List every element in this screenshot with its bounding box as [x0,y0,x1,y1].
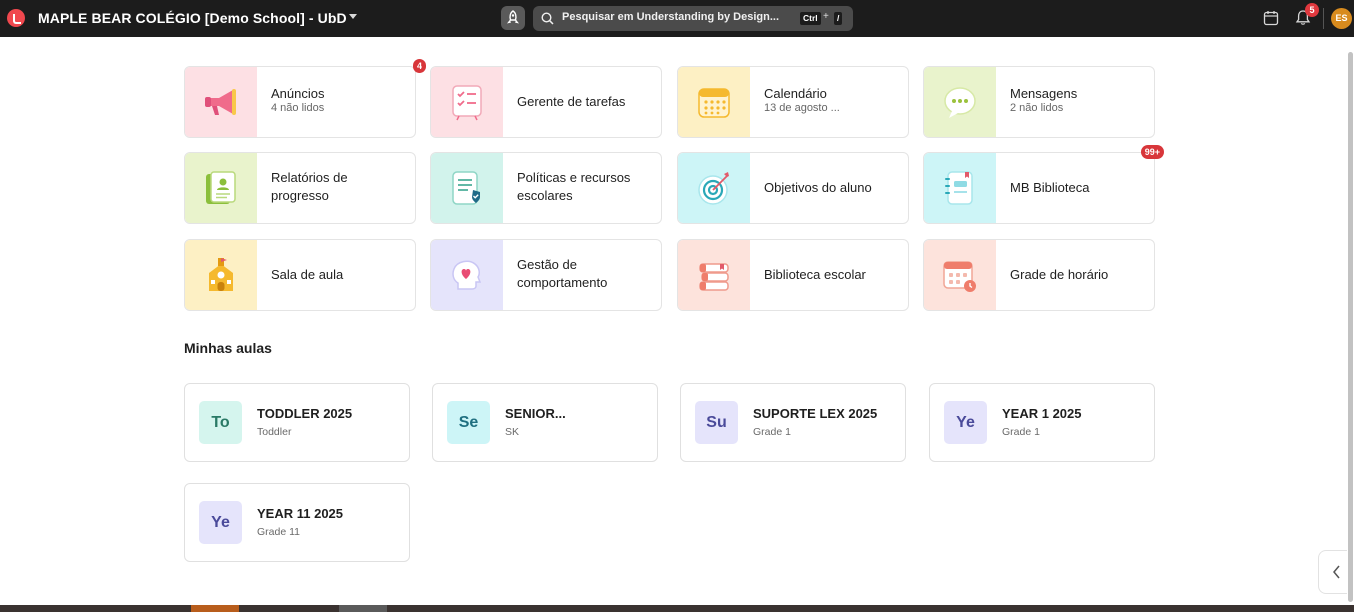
app-card-title: Calendário [764,86,827,101]
rocket-button[interactable] [501,6,525,30]
app-card-calendario[interactable]: Calendário 13 de agosto ... [677,66,909,138]
class-title: TODDLER 2025 [257,406,353,421]
policy-document-icon [431,153,503,223]
app-card-title: Gestão de comportamento [517,257,608,290]
class-avatar: Su [695,401,738,444]
class-card[interactable]: Se SENIOR... SK [432,383,658,462]
task-list-icon [431,67,503,137]
app-card-subtitle: 2 não lidos [1010,102,1064,114]
report-book-icon [185,153,257,223]
top-bar: MAPLE BEAR COLÉGIO [Demo School] - UbD P… [0,0,1354,37]
app-card-title: Gerente de tarefas [517,94,626,109]
app-card-politicas-e-recursos-escolares[interactable]: Políticas e recursos escolares [430,152,662,224]
class-subtitle: Grade 1 [753,426,791,438]
search-placeholder: Pesquisar em Understanding by Design... [562,11,779,23]
app-card-gestao-de-comportamento[interactable]: Gestão de comportamento [430,239,662,311]
school-building-icon [185,240,257,310]
notebook-icon [924,153,996,223]
unread-badge: 4 [412,59,426,73]
class-avatar: Se [447,401,490,444]
app-card-title: Mensagens [1010,86,1078,101]
bottom-strip [0,605,1354,612]
head-heart-icon [431,240,503,310]
class-subtitle: Grade 11 [257,526,300,538]
app-logo-icon[interactable] [7,9,25,27]
books-stack-icon [678,240,750,310]
chat-bubble-icon [924,67,996,137]
class-title: SENIOR... [505,406,566,421]
app-card-title: Relatórios de progresso [271,170,348,203]
schedule-calendar-icon [924,240,996,310]
shortcut-ctrl-key: Ctrl [800,12,821,25]
app-card-biblioteca-escolar[interactable]: Biblioteca escolar [677,239,909,311]
class-subtitle: Toddler [257,426,292,438]
taskbar-segment [339,605,387,612]
avatar[interactable]: ES [1331,8,1352,29]
search-bar[interactable]: Pesquisar em Understanding by Design... … [533,6,853,31]
search-icon [541,12,554,25]
shortcut-plus: + [823,11,829,22]
app-card-title: Políticas e recursos escolares [517,170,631,203]
app-card-gerente-de-tarefas[interactable]: Gerente de tarefas [430,66,662,138]
unread-badge: 99+ [1140,145,1164,159]
megaphone-icon [185,67,257,137]
app-card-subtitle: 4 não lidos [271,102,325,114]
target-icon [678,153,750,223]
class-card[interactable]: Ye YEAR 11 2025 Grade 11 [184,483,410,562]
app-card-sala-de-aula[interactable]: Sala de aula [184,239,416,311]
notifications-badge: 5 [1305,3,1319,17]
class-card[interactable]: Su SUPORTE LEX 2025 Grade 1 [680,383,906,462]
app-card-title: MB Biblioteca [1010,180,1090,195]
app-card-anuncios[interactable]: Anúncios 4 não lidos 4 [184,59,426,138]
app-card-objetivos-do-aluno[interactable]: Objetivos do aluno [677,152,909,224]
app-card-title: Biblioteca escolar [764,267,866,282]
calendar-icon[interactable] [1263,10,1279,26]
class-title: YEAR 1 2025 [1002,406,1082,421]
class-avatar: Ye [199,501,242,544]
divider [1323,8,1324,29]
class-card[interactable]: To TODDLER 2025 Toddler [184,383,410,462]
app-card-title: Anúncios [271,86,325,101]
section-title-minhas-aulas: Minhas aulas [184,340,272,356]
app-card-mensagens[interactable]: Mensagens 2 não lidos [923,66,1155,138]
school-title[interactable]: MAPLE BEAR COLÉGIO [Demo School] - UbD [38,10,347,26]
app-card-grade-de-horario[interactable]: Grade de horário [923,239,1155,311]
class-subtitle: Grade 1 [1002,426,1040,438]
app-card-title: Objetivos do aluno [764,180,872,195]
class-avatar: Ye [944,401,987,444]
calendar-icon [678,67,750,137]
app-card-title: Sala de aula [271,267,344,282]
class-subtitle: SK [505,426,520,438]
scrollbar-thumb[interactable] [1348,52,1353,602]
class-avatar: To [199,401,242,444]
chevron-left-icon [1333,565,1340,579]
chevron-down-icon[interactable] [349,14,357,19]
class-title: YEAR 11 2025 [257,506,344,521]
app-card-title: Grade de horário [1010,267,1109,282]
class-card[interactable]: Ye YEAR 1 2025 Grade 1 [929,383,1155,462]
shortcut-slash-key: / [834,12,843,25]
class-title: SUPORTE LEX 2025 [753,406,878,421]
app-card-subtitle: 13 de agosto ... [764,102,840,114]
app-card-mb-biblioteca[interactable]: MB Biblioteca 99+ [923,145,1164,224]
rocket-icon [506,10,520,24]
app-card-relatorios-de-progresso[interactable]: Relatórios de progresso [184,152,416,224]
taskbar-segment [191,605,239,612]
